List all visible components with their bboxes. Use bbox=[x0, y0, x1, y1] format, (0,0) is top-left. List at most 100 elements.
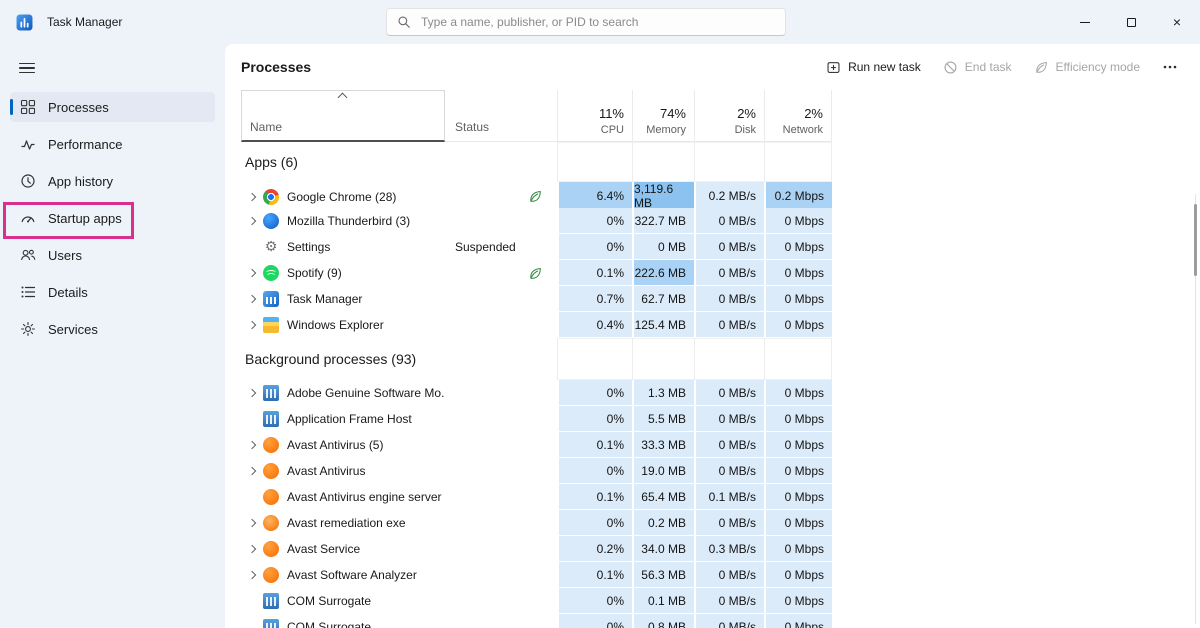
cpu-value: 0% bbox=[557, 588, 632, 614]
sidebar-item-label: Performance bbox=[48, 137, 122, 152]
process-row[interactable]: Task Manager0.7%62.7 MB0 MB/s0 Mbps bbox=[241, 286, 1200, 312]
efficiency-leaf-icon bbox=[528, 189, 543, 204]
expand-chevron-icon[interactable] bbox=[248, 389, 256, 397]
status-cell bbox=[445, 484, 557, 510]
efficiency-mode-button[interactable]: Efficiency mode bbox=[1034, 60, 1141, 75]
process-row[interactable]: Application Frame Host0%5.5 MB0 MB/s0 Mb… bbox=[241, 406, 1200, 432]
group-header[interactable]: Apps (6) bbox=[241, 142, 1200, 182]
network-value: 0 Mbps bbox=[764, 260, 832, 286]
memory-total-percent: 74% bbox=[660, 106, 686, 121]
network-value: 0 Mbps bbox=[764, 536, 832, 562]
network-value: 0 Mbps bbox=[764, 458, 832, 484]
expand-chevron-icon[interactable] bbox=[248, 519, 256, 527]
process-row[interactable]: Avast remediation exe0%0.2 MB0 MB/s0 Mbp… bbox=[241, 510, 1200, 536]
name-column-header[interactable]: Name bbox=[241, 90, 445, 142]
expand-chevron-icon[interactable] bbox=[248, 295, 256, 303]
app-history-icon bbox=[20, 173, 36, 189]
network-value: 0 Mbps bbox=[764, 380, 832, 406]
disk-value: 0 MB/s bbox=[694, 458, 764, 484]
network-value: 0 Mbps bbox=[764, 406, 832, 432]
status-cell bbox=[445, 510, 557, 536]
end-task-button[interactable]: End task bbox=[943, 60, 1012, 75]
disk-value: 0.2 MB/s bbox=[694, 182, 764, 211]
process-row[interactable]: Adobe Genuine Software Mo...0%1.3 MB0 MB… bbox=[241, 380, 1200, 406]
disk-column-header[interactable]: 2% Disk bbox=[694, 90, 764, 142]
expand-chevron-icon[interactable] bbox=[248, 217, 256, 225]
sidebar-item-app-history[interactable]: App history bbox=[10, 166, 215, 196]
process-name: Google Chrome (28) bbox=[287, 190, 396, 204]
sidebar-item-startup-apps[interactable]: Startup apps bbox=[10, 203, 215, 233]
network-column-header[interactable]: 2% Network bbox=[764, 90, 832, 142]
network-value: 0 Mbps bbox=[764, 510, 832, 536]
expand-chevron-icon[interactable] bbox=[248, 269, 256, 277]
network-header-label: Network bbox=[783, 124, 823, 136]
sidebar-item-label: Processes bbox=[48, 100, 109, 115]
network-value: 0 Mbps bbox=[764, 614, 832, 628]
group-header[interactable]: Background processes (93) bbox=[241, 338, 1200, 380]
expand-chevron-icon[interactable] bbox=[248, 441, 256, 449]
hamburger-menu-button[interactable] bbox=[12, 54, 42, 82]
sidebar-item-details[interactable]: Details bbox=[10, 277, 215, 307]
memory-value: 34.0 MB bbox=[632, 536, 694, 562]
process-name: Mozilla Thunderbird (3) bbox=[287, 214, 410, 228]
process-row[interactable]: Avast Antivirus (5)0.1%33.3 MB0 MB/s0 Mb… bbox=[241, 432, 1200, 458]
scrollbar-thumb[interactable] bbox=[1194, 204, 1197, 276]
memory-column-header[interactable]: 74% Memory bbox=[632, 90, 694, 142]
name-cell: Adobe Genuine Software Mo... bbox=[241, 380, 445, 406]
memory-value: 1.3 MB bbox=[632, 380, 694, 406]
process-row[interactable]: SettingsSuspended0%0 MB0 MB/s0 Mbps bbox=[241, 234, 1200, 260]
expand-chevron-icon[interactable] bbox=[248, 571, 256, 579]
process-row[interactable]: Avast Antivirus engine server0.1%65.4 MB… bbox=[241, 484, 1200, 510]
cpu-column-header[interactable]: 11% CPU bbox=[557, 90, 632, 142]
process-row[interactable]: Spotify (9)0.1%222.6 MB0 MB/s0 Mbps bbox=[241, 260, 1200, 286]
expand-chevron-icon[interactable] bbox=[248, 192, 256, 200]
process-row[interactable]: COM Surrogate0%0.8 MB0 MB/s0 Mbps bbox=[241, 614, 1200, 628]
close-button[interactable]: × bbox=[1154, 0, 1200, 44]
disk-value: 0 MB/s bbox=[694, 614, 764, 628]
network-value: 0 Mbps bbox=[764, 484, 832, 510]
status-column-header[interactable]: Status bbox=[445, 90, 557, 142]
sidebar-item-services[interactable]: Services bbox=[10, 314, 215, 344]
performance-icon bbox=[20, 136, 36, 152]
memory-value: 5.5 MB bbox=[632, 406, 694, 432]
cpu-value: 0.1% bbox=[557, 260, 632, 286]
expand-chevron-icon[interactable] bbox=[248, 321, 256, 329]
run-new-task-button[interactable]: Run new task bbox=[826, 60, 921, 75]
expand-chevron-icon[interactable] bbox=[248, 545, 256, 553]
expand-chevron-icon[interactable] bbox=[248, 467, 256, 475]
name-cell: Task Manager bbox=[241, 286, 445, 312]
search-input[interactable] bbox=[419, 14, 775, 30]
process-row[interactable]: Avast Software Analyzer0.1%56.3 MB0 MB/s… bbox=[241, 562, 1200, 588]
process-row[interactable]: Google Chrome (28)6.4%3,119.6 MB0.2 MB/s… bbox=[241, 182, 1200, 208]
memory-value: 322.7 MB bbox=[632, 208, 694, 234]
sidebar-item-processes[interactable]: Processes bbox=[10, 92, 215, 122]
status-cell bbox=[445, 208, 557, 234]
sidebar-item-performance[interactable]: Performance bbox=[10, 129, 215, 159]
empty-stat-cell bbox=[632, 338, 694, 380]
network-value: 0 Mbps bbox=[764, 312, 832, 338]
process-row[interactable]: COM Surrogate0%0.1 MB0 MB/s0 Mbps bbox=[241, 588, 1200, 614]
minimize-button[interactable] bbox=[1062, 0, 1108, 44]
name-cell: Avast Antivirus engine server bbox=[241, 484, 445, 510]
status-text: Suspended bbox=[455, 240, 516, 254]
process-row[interactable]: Avast Service0.2%34.0 MB0.3 MB/s0 Mbps bbox=[241, 536, 1200, 562]
process-row[interactable]: Avast Antivirus0%19.0 MB0 MB/s0 Mbps bbox=[241, 458, 1200, 484]
sidebar-item-users[interactable]: Users bbox=[10, 240, 215, 270]
more-options-button[interactable] bbox=[1162, 59, 1178, 75]
empty-stat-cell bbox=[764, 142, 832, 182]
app-identity: Task Manager bbox=[0, 14, 122, 31]
disk-value: 0 MB/s bbox=[694, 510, 764, 536]
run-new-task-label: Run new task bbox=[848, 60, 921, 74]
disk-total-percent: 2% bbox=[737, 106, 756, 121]
status-cell bbox=[445, 380, 557, 406]
cpu-value: 0% bbox=[557, 234, 632, 260]
search-box[interactable] bbox=[386, 8, 786, 36]
disk-value: 0 MB/s bbox=[694, 208, 764, 234]
empty-stat-cell bbox=[557, 142, 632, 182]
maximize-button[interactable] bbox=[1108, 0, 1154, 44]
network-value: 0 Mbps bbox=[764, 432, 832, 458]
process-row[interactable]: Mozilla Thunderbird (3)0%322.7 MB0 MB/s0… bbox=[241, 208, 1200, 234]
disk-value: 0 MB/s bbox=[694, 588, 764, 614]
process-row[interactable]: Windows Explorer0.4%125.4 MB0 MB/s0 Mbps bbox=[241, 312, 1200, 338]
end-task-icon bbox=[943, 60, 958, 75]
